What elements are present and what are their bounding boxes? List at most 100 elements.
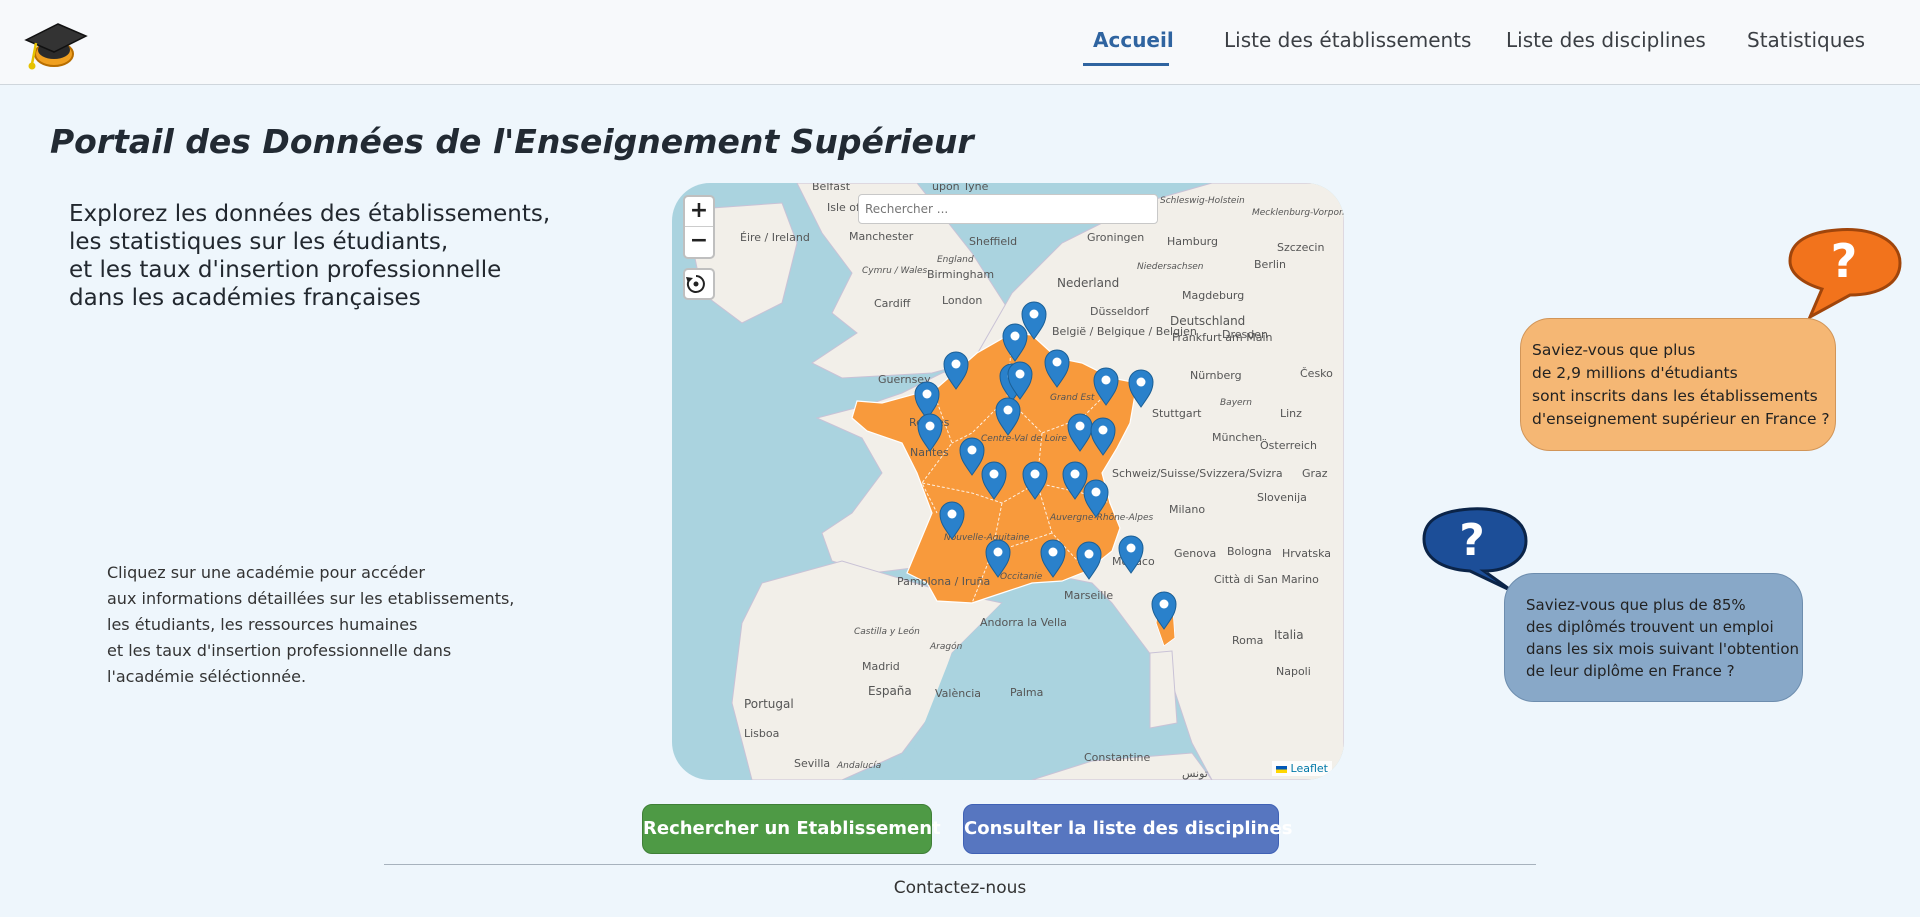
hint-line: les étudiants, les ressources humaines [107,615,418,634]
hint-line: Cliquez sur une académie pour accéder [107,563,425,582]
map-label: Occitanie [1000,572,1043,582]
footer-divider [384,864,1536,865]
navbar: Accueil Liste des établissements Liste d… [0,0,1920,85]
map-label: Roma [1232,634,1263,647]
map-tiles[interactable]: Belfast upon Tyne Isle of Man Éire / Ire… [672,183,1344,780]
map-label: Mecklenburg-Vorpommern [1252,208,1344,218]
map-label: Szczecin [1277,241,1324,254]
map-label: upon Tyne [932,183,989,193]
map-label: España [868,684,912,698]
map-label: Österreich [1260,439,1317,452]
map-label: Milano [1169,503,1205,516]
intro-line: Explorez les données des établissements, [69,201,551,227]
search-establishment-button[interactable]: Rechercher un Etablissement [642,804,941,854]
graduation-cap-icon[interactable] [22,16,88,72]
map-label: Slovenija [1257,491,1307,504]
map-label: Rennes [909,416,950,429]
map-label: Schweiz/Suisse/Svizzera/Svizra [1112,467,1283,480]
map-label: Česko [1300,367,1333,380]
nav-link-accueil[interactable]: Accueil [1093,28,1174,52]
map-label: Castilla y León [854,626,920,637]
map-label: Italia [1274,628,1304,642]
reset-view-icon [686,275,705,293]
map-label: Linz [1280,407,1302,420]
map-label: València [935,687,981,700]
hint-line: aux informations détaillées sur les etab… [107,589,515,608]
fact-line: Saviez-vous que plus [1532,341,1696,359]
nav-link-disciplines[interactable]: Liste des disciplines [1506,28,1706,52]
hint-line: et les taux d'insertion professionnelle … [107,641,452,660]
fact-line: d'enseignement supérieur en France ? [1532,410,1830,428]
map-label: Cardiff [874,297,911,310]
map-label: Marseille [1064,589,1113,602]
map-label: Guernsey [878,373,931,386]
nav-link-statistiques[interactable]: Statistiques [1747,28,1865,52]
nav-active-indicator [1083,63,1169,66]
map-label: Dresden [1222,328,1268,341]
map-search-input[interactable] [858,194,1158,224]
map-label: Nouvelle-Aquitaine [944,533,1030,543]
fact-bubble-students: Saviez-vous que plus de 2,9 millions d'é… [1520,318,1836,451]
academies-map[interactable]: Belfast upon Tyne Isle of Man Éire / Ire… [672,183,1344,780]
map-label: Hamburg [1167,235,1218,248]
svg-text:?: ? [1459,515,1485,566]
fact-line: dans les six mois suivant l'obtention [1526,640,1800,658]
intro-line: dans les académies françaises [69,285,421,311]
flag-icon [1276,765,1288,773]
map-label: Andorra la Vella [980,616,1067,629]
fact-line: sont inscrits dans les établissements [1532,387,1818,405]
map-label: تونس [1182,767,1208,780]
fact-line: de 2,9 millions d'étudiants [1532,364,1738,382]
fact-bubble-employment: Saviez-vous que plus de 85% des diplômés… [1504,573,1803,702]
map-label: Palma [1010,686,1043,699]
map-label: Éire / Ireland [740,231,810,244]
attribution-text: Leaflet [1290,762,1328,775]
map-label: Monaco [1112,555,1155,568]
map-label: Madrid [862,660,900,673]
map-label: Cymru / Wales [862,266,927,276]
map-label: Nederland [1057,276,1119,290]
map-label: Schleswig-Holstein [1160,196,1245,206]
map-label: Magdeburg [1182,289,1244,302]
map-label: Berlin [1254,258,1286,271]
map-label: Sheffield [969,235,1017,248]
map-label: Auvergne-Rhône-Alpes [1049,512,1153,523]
map-attribution-link[interactable]: Leaflet [1272,761,1332,776]
map-label: Nürnberg [1190,369,1242,382]
map-hint-text: Cliquez sur une académie pour accéder au… [107,560,514,690]
orange-question-bubble-icon: ? [1788,228,1902,321]
fact-line: de leur diplôme en France ? [1526,662,1735,680]
map-label: Bayern [1220,398,1252,408]
map-label: Niedersachsen [1137,262,1204,272]
map-label: Düsseldorf [1090,305,1150,318]
map-label: Lisboa [744,727,779,740]
map-label: Pamplona / Iruña [897,575,990,588]
map-label: Città di San Marino [1214,573,1319,586]
map-label: Belfast [812,183,851,193]
map-label: Hrvatska [1282,547,1331,560]
svg-text:?: ? [1831,234,1858,288]
map-label: Andalucía [836,761,881,771]
zoom-out-button[interactable]: − [685,227,713,257]
map-label: England [937,255,974,265]
map-label: Aragón [929,641,963,652]
reset-view-button[interactable] [683,268,715,300]
map-label: Portugal [744,697,794,711]
map-label: Grand Est [1050,393,1095,403]
contact-link[interactable]: Contactez-nous [0,878,1920,898]
nav-link-etablissements[interactable]: Liste des établissements [1224,28,1471,52]
intro-line: et les taux d'insertion professionnelle [69,257,502,283]
map-label: Centre-Val de Loire [981,434,1067,444]
fact-line: Saviez-vous que plus de 85% [1526,596,1746,614]
map-label: Groningen [1087,231,1144,244]
map-label: Manchester [849,230,914,243]
map-label: Napoli [1276,665,1311,678]
map-label: Graz [1302,467,1328,480]
map-label: Sevilla [794,757,830,770]
zoom-in-button[interactable]: + [685,197,713,227]
map-label: Genova [1174,547,1216,560]
map-label: Birmingham [927,268,994,281]
map-label: Bologna [1227,545,1272,558]
intro-text: Explorez les données des établissements,… [69,200,550,312]
disciplines-list-button[interactable]: Consulter la liste des disciplines [963,804,1292,854]
